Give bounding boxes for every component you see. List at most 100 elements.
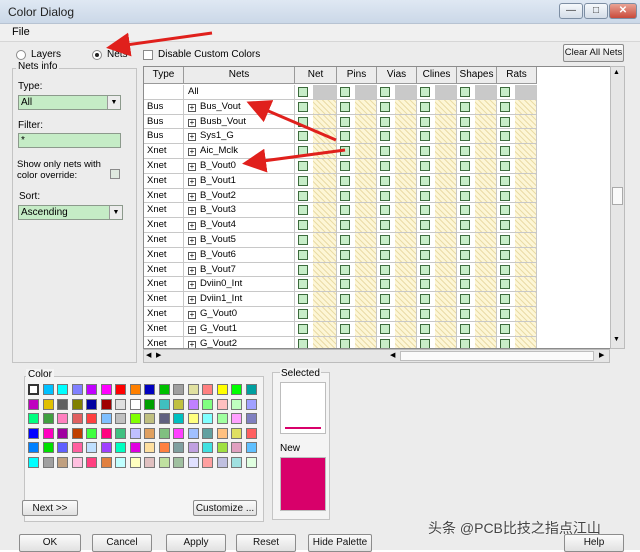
- color-swatch[interactable]: [144, 413, 155, 424]
- visibility-checkbox[interactable]: [340, 116, 350, 127]
- rats-color-cell[interactable]: [497, 336, 537, 348]
- grid-row[interactable]: Bus + Sys1_G: [144, 129, 624, 145]
- color-swatch[interactable]: [71, 398, 83, 410]
- color-swatch[interactable]: [129, 442, 141, 453]
- rats-color-cell[interactable]: [497, 218, 537, 233]
- scroll-up-icon[interactable]: ▲: [613, 69, 620, 76]
- rats-color-cell[interactable]: [497, 173, 537, 189]
- color-swatch[interactable]: [42, 384, 54, 395]
- net-color-cell[interactable]: [295, 114, 337, 130]
- color-swatch[interactable]: [100, 413, 112, 424]
- visibility-checkbox[interactable]: [420, 249, 430, 260]
- visibility-checkbox[interactable]: [460, 249, 470, 260]
- color-swatch[interactable]: [42, 442, 54, 453]
- visibility-checkbox[interactable]: [500, 220, 510, 231]
- visibility-checkbox[interactable]: [500, 190, 510, 201]
- visibility-checkbox[interactable]: [340, 146, 350, 157]
- color-swatch[interactable]: [57, 456, 68, 468]
- vias-color-cell[interactable]: [377, 277, 417, 293]
- vias-color-cell[interactable]: [377, 99, 417, 115]
- column-header-type[interactable]: Type: [144, 67, 184, 84]
- sort-select[interactable]: Ascending ▼: [18, 205, 123, 220]
- net-name-cell[interactable]: + B_Vout3: [184, 203, 295, 219]
- expand-plus-icon[interactable]: +: [188, 118, 196, 127]
- visibility-checkbox[interactable]: [298, 338, 308, 348]
- nets-radio[interactable]: [92, 50, 102, 60]
- scroll-right-icon[interactable]: ▶: [599, 351, 604, 359]
- rats-color-cell[interactable]: [497, 277, 537, 293]
- visibility-checkbox[interactable]: [298, 279, 308, 290]
- visibility-checkbox[interactable]: [380, 294, 390, 305]
- rats-color-cell[interactable]: [497, 129, 537, 145]
- customize-button[interactable]: Customize ...: [193, 500, 257, 516]
- vias-color-cell[interactable]: [377, 129, 417, 145]
- visibility-checkbox[interactable]: [500, 249, 510, 260]
- visibility-checkbox[interactable]: [500, 161, 510, 171]
- color-swatch[interactable]: [57, 384, 68, 395]
- color-swatch[interactable]: [216, 384, 228, 395]
- visibility-checkbox[interactable]: [298, 235, 308, 245]
- pins-color-cell[interactable]: [337, 247, 377, 263]
- visibility-checkbox[interactable]: [500, 131, 510, 142]
- color-swatch[interactable]: [231, 384, 242, 395]
- visibility-checkbox[interactable]: [298, 323, 308, 334]
- net-name-cell[interactable]: + B_Vout5: [184, 233, 295, 248]
- visibility-checkbox[interactable]: [420, 87, 430, 97]
- visibility-checkbox[interactable]: [298, 175, 308, 186]
- visibility-checkbox[interactable]: [298, 205, 308, 216]
- visibility-checkbox[interactable]: [500, 264, 510, 275]
- visibility-checkbox[interactable]: [420, 116, 430, 127]
- clines-color-cell[interactable]: [417, 247, 457, 263]
- rats-color-cell[interactable]: [497, 85, 537, 100]
- color-swatch[interactable]: [245, 427, 257, 439]
- net-color-cell[interactable]: [295, 173, 337, 189]
- shapes-color-cell[interactable]: [457, 159, 497, 174]
- color-swatch[interactable]: [173, 427, 184, 439]
- grid-row[interactable]: Xnet + G_Vout0: [144, 307, 624, 322]
- color-swatch[interactable]: [158, 398, 170, 410]
- color-swatch[interactable]: [187, 398, 199, 410]
- pins-color-cell[interactable]: [337, 144, 377, 159]
- visibility-checkbox[interactable]: [340, 249, 350, 260]
- shapes-color-cell[interactable]: [457, 277, 497, 293]
- pins-color-cell[interactable]: [337, 173, 377, 189]
- vias-color-cell[interactable]: [377, 336, 417, 348]
- net-name-cell[interactable]: + Dviin1_Int: [184, 292, 295, 307]
- clines-color-cell[interactable]: [417, 292, 457, 307]
- visibility-checkbox[interactable]: [380, 190, 390, 201]
- color-swatch[interactable]: [28, 427, 39, 439]
- pins-color-cell[interactable]: [337, 85, 377, 100]
- visibility-checkbox[interactable]: [460, 294, 470, 305]
- clear-all-nets-button[interactable]: Clear All Nets: [563, 44, 624, 62]
- vertical-scroll-thumb[interactable]: [612, 187, 623, 205]
- clines-color-cell[interactable]: [417, 114, 457, 130]
- rats-color-cell[interactable]: [497, 159, 537, 174]
- rats-color-cell[interactable]: [497, 233, 537, 248]
- visibility-checkbox[interactable]: [340, 190, 350, 201]
- shapes-color-cell[interactable]: [457, 233, 497, 248]
- rats-color-cell[interactable]: [497, 203, 537, 219]
- expand-plus-icon[interactable]: +: [188, 251, 196, 260]
- net-name-cell[interactable]: + Aic_Mclk: [184, 144, 295, 159]
- scroll-left-icon[interactable]: ◀: [390, 351, 395, 359]
- color-swatch[interactable]: [144, 384, 155, 395]
- hide-palette-button[interactable]: Hide Palette: [308, 534, 372, 552]
- rats-color-cell[interactable]: [497, 307, 537, 322]
- color-swatch[interactable]: [202, 384, 213, 395]
- net-color-cell[interactable]: [295, 188, 337, 204]
- visibility-checkbox[interactable]: [420, 338, 430, 348]
- horizontal-scroll-track[interactable]: [400, 351, 594, 361]
- visibility-checkbox[interactable]: [298, 249, 308, 260]
- visibility-checkbox[interactable]: [380, 279, 390, 290]
- shapes-color-cell[interactable]: [457, 85, 497, 100]
- color-swatch[interactable]: [86, 427, 97, 439]
- vias-color-cell[interactable]: [377, 173, 417, 189]
- net-color-cell[interactable]: [295, 292, 337, 307]
- grid-row[interactable]: Xnet + B_Vout6: [144, 247, 624, 263]
- visibility-checkbox[interactable]: [298, 131, 308, 142]
- color-swatch[interactable]: [28, 413, 39, 424]
- grid-horizontal-scrollbar[interactable]: ◀ ▶ ◀ ▶: [143, 349, 610, 363]
- visibility-checkbox[interactable]: [340, 309, 350, 319]
- color-swatch[interactable]: [144, 427, 155, 439]
- visibility-checkbox[interactable]: [340, 235, 350, 245]
